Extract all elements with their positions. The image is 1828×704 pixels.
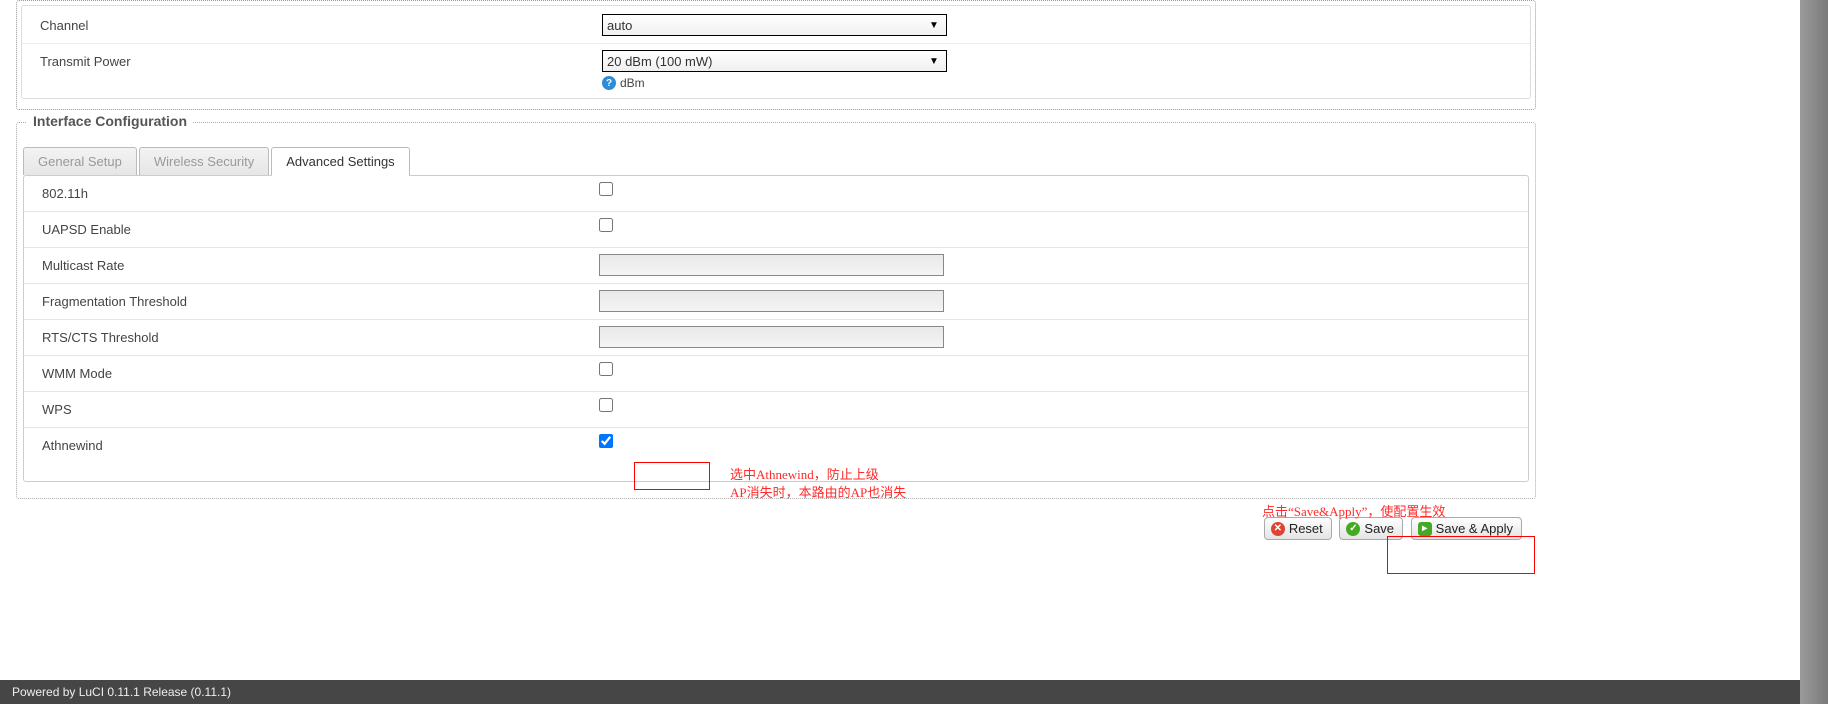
row-channel: Channel auto ▼	[22, 8, 1530, 43]
footer-bar: Powered by LuCI 0.11.1 Release (0.11.1)	[0, 680, 1828, 704]
input-fragmentation[interactable]	[599, 290, 944, 312]
label-wps: WPS	[34, 398, 599, 421]
tab-content-advanced: 802.11h UAPSD Enable Multicast Rate Frag…	[23, 175, 1529, 482]
select-channel-value: auto	[607, 18, 632, 33]
row-wmm: WMM Mode	[24, 355, 1528, 391]
label-80211h: 802.11h	[34, 182, 599, 205]
tab-general-setup[interactable]: General Setup	[23, 147, 137, 175]
row-rtscts: RTS/CTS Threshold	[24, 319, 1528, 355]
checkbox-uapsd[interactable]	[599, 218, 613, 232]
close-icon: ✕	[1271, 522, 1285, 536]
label-fragmentation: Fragmentation Threshold	[34, 290, 599, 313]
apply-icon: ▸	[1418, 522, 1432, 536]
row-fragmentation: Fragmentation Threshold	[24, 283, 1528, 319]
annotation-text-athnewind: 选中Athnewind，防止上级 AP消失时，本路由的AP也消失	[730, 466, 906, 502]
input-rtscts[interactable]	[599, 326, 944, 348]
chevron-down-icon: ▼	[926, 56, 942, 67]
row-multicast-rate: Multicast Rate	[24, 247, 1528, 283]
checkbox-wmm[interactable]	[599, 362, 613, 376]
select-channel[interactable]: auto ▼	[602, 14, 947, 36]
label-wmm: WMM Mode	[34, 362, 599, 385]
row-txpower: Transmit Power 20 dBm (100 mW) ▼ ? dBm	[22, 43, 1530, 96]
label-txpower: Transmit Power	[32, 50, 602, 73]
window-scrollbar-region	[1800, 0, 1828, 704]
input-multicast-rate[interactable]	[599, 254, 944, 276]
reset-button[interactable]: ✕ Reset	[1264, 517, 1332, 540]
label-uapsd: UAPSD Enable	[34, 218, 599, 241]
fieldset-legend: Interface Configuration	[27, 113, 193, 129]
label-channel: Channel	[32, 14, 602, 37]
device-config-panel: Channel auto ▼ Transmit Power 20 dBm (10…	[16, 0, 1536, 110]
checkbox-80211h[interactable]	[599, 182, 613, 196]
hint-txpower-text: dBm	[620, 76, 645, 90]
save-button-label: Save	[1364, 521, 1394, 536]
label-rtscts: RTS/CTS Threshold	[34, 326, 599, 349]
row-uapsd: UAPSD Enable	[24, 211, 1528, 247]
annotation-box-athnewind	[634, 462, 710, 490]
row-wps: WPS	[24, 391, 1528, 427]
interface-config-fieldset: Interface Configuration General Setup Wi…	[16, 122, 1536, 499]
select-txpower-value: 20 dBm (100 mW)	[607, 54, 712, 69]
tab-wireless-security[interactable]: Wireless Security	[139, 147, 269, 175]
annotation-text-saveapply: 点击“Save&Apply”，使配置生效	[1262, 501, 1445, 520]
checkbox-athnewind[interactable]	[599, 434, 613, 448]
interface-tabs: General Setup Wireless Security Advanced…	[17, 137, 1535, 175]
hint-txpower: ? dBm	[602, 74, 1520, 90]
annotation-box-saveapply	[1387, 536, 1535, 574]
chevron-down-icon: ▼	[926, 20, 942, 31]
reset-button-label: Reset	[1289, 521, 1323, 536]
footer-text: Powered by LuCI 0.11.1 Release (0.11.1)	[12, 685, 231, 699]
label-athnewind: Athnewind	[34, 434, 599, 457]
checkbox-wps[interactable]	[599, 398, 613, 412]
row-80211h: 802.11h	[24, 176, 1528, 211]
select-txpower[interactable]: 20 dBm (100 mW) ▼	[602, 50, 947, 72]
check-icon: ✓	[1346, 522, 1360, 536]
label-multicast-rate: Multicast Rate	[34, 254, 599, 277]
tab-advanced-settings[interactable]: Advanced Settings	[271, 147, 409, 176]
help-icon: ?	[602, 76, 616, 90]
save-apply-button-label: Save & Apply	[1436, 521, 1513, 536]
